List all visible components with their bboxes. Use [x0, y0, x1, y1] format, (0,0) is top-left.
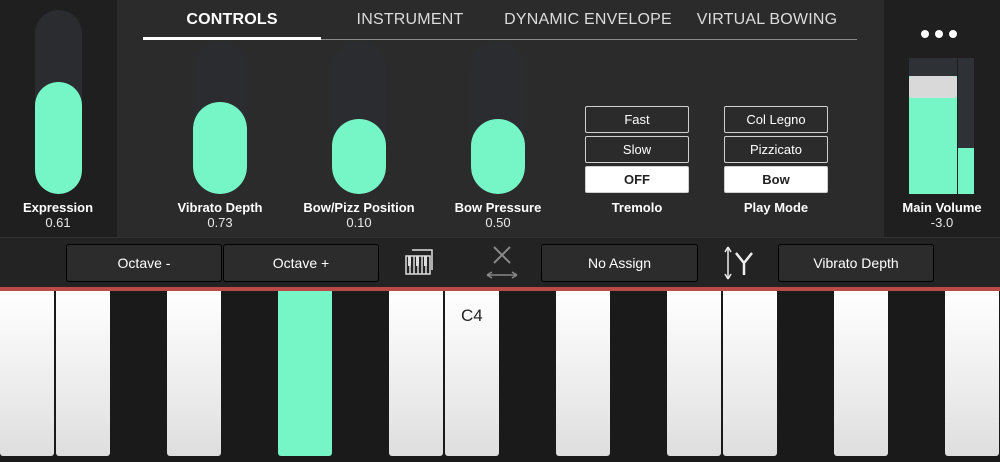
octave-down-button[interactable]: Octave - [66, 244, 222, 282]
tab-virtual-bowing[interactable]: VIRTUAL BOWING [678, 11, 856, 29]
bow-pressure-label: Bow Pressure [454, 200, 542, 215]
white-key-pressed[interactable] [278, 291, 332, 456]
play-mode-col-legno-button[interactable]: Col Legno [724, 106, 828, 133]
expression-label: Expression [22, 200, 94, 215]
level-meter [958, 58, 974, 194]
vibrato-depth-slider-fill [193, 102, 247, 194]
white-key[interactable] [389, 291, 443, 456]
c4-key-label: C4 [461, 306, 483, 325]
keyboard-icon-glyph [405, 249, 433, 275]
expression-value: 0.61 [45, 215, 71, 230]
bow-pizz-position-value: 0.10 [346, 215, 372, 230]
tremolo-fast-button[interactable]: Fast [585, 106, 689, 133]
expression-slider[interactable] [35, 10, 82, 194]
white-key[interactable] [167, 291, 221, 456]
white-key[interactable] [0, 291, 54, 456]
bow-pressure-value: 0.50 [485, 215, 511, 230]
keyboard-icon[interactable] [404, 248, 434, 283]
dot [921, 30, 929, 38]
x-axis-icon[interactable] [484, 244, 520, 287]
tab-dynamic-envelope[interactable]: DYNAMIC ENVELOPE [499, 11, 677, 29]
play-mode-label: Play Mode [743, 200, 809, 215]
x-assign-button[interactable]: No Assign [541, 244, 698, 282]
tremolo-label: Tremolo [611, 200, 663, 215]
x-axis-icon-glyph [486, 246, 518, 279]
play-mode-pizzicato-button[interactable]: Pizzicato [724, 136, 828, 163]
y-axis-icon-glyph [724, 246, 753, 280]
expression-slider-fill [35, 82, 82, 194]
more-dots-icon[interactable] [921, 30, 957, 38]
dot [935, 30, 943, 38]
main-volume-label: Main Volume [902, 200, 982, 215]
y-axis-icon[interactable] [722, 244, 756, 287]
piano-keyboard[interactable] [0, 291, 1000, 462]
tab-bar: CONTROLS INSTRUMENT DYNAMIC ENVELOPE VIR… [143, 0, 857, 40]
dot [949, 30, 957, 38]
bow-pizz-position-slider[interactable] [332, 42, 386, 194]
white-key[interactable] [723, 291, 777, 456]
controls-panel: Expression 0.61 CONTROLS INSTRUMENT DYNA… [0, 0, 1000, 237]
play-mode-bow-button[interactable]: Bow [724, 166, 828, 193]
tab-controls[interactable]: CONTROLS [143, 11, 321, 29]
octave-up-button[interactable]: Octave + [223, 244, 379, 282]
tremolo-off-button[interactable]: OFF [585, 166, 689, 193]
white-key[interactable] [834, 291, 888, 456]
bow-pressure-slider[interactable] [471, 42, 525, 194]
active-tab-indicator [143, 37, 321, 40]
bow-pizz-position-label: Bow/Pizz Position [303, 200, 415, 215]
main-volume-value: -3.0 [930, 215, 954, 230]
tremolo-slow-button[interactable]: Slow [585, 136, 689, 163]
white-key[interactable] [56, 291, 110, 456]
level-meter-fill [958, 148, 974, 194]
expression-panel: Expression 0.61 [0, 0, 117, 237]
vibrato-depth-value: 0.73 [207, 215, 233, 230]
white-key[interactable] [667, 291, 721, 456]
keyboard-toolbar: Octave - Octave + No Assign Vibrato Dept… [0, 237, 1000, 287]
white-key[interactable] [945, 291, 999, 456]
tab-instrument[interactable]: INSTRUMENT [321, 11, 499, 29]
y-assign-button[interactable]: Vibrato Depth [778, 244, 934, 282]
vibrato-depth-slider[interactable] [193, 42, 247, 194]
bow-pizz-position-slider-fill [332, 119, 386, 194]
main-volume-handle[interactable] [909, 76, 957, 98]
vibrato-depth-label: Vibrato Depth [177, 200, 263, 215]
main-volume-slider[interactable] [909, 58, 957, 194]
bow-pressure-slider-fill [471, 119, 525, 194]
white-key[interactable] [556, 291, 610, 456]
